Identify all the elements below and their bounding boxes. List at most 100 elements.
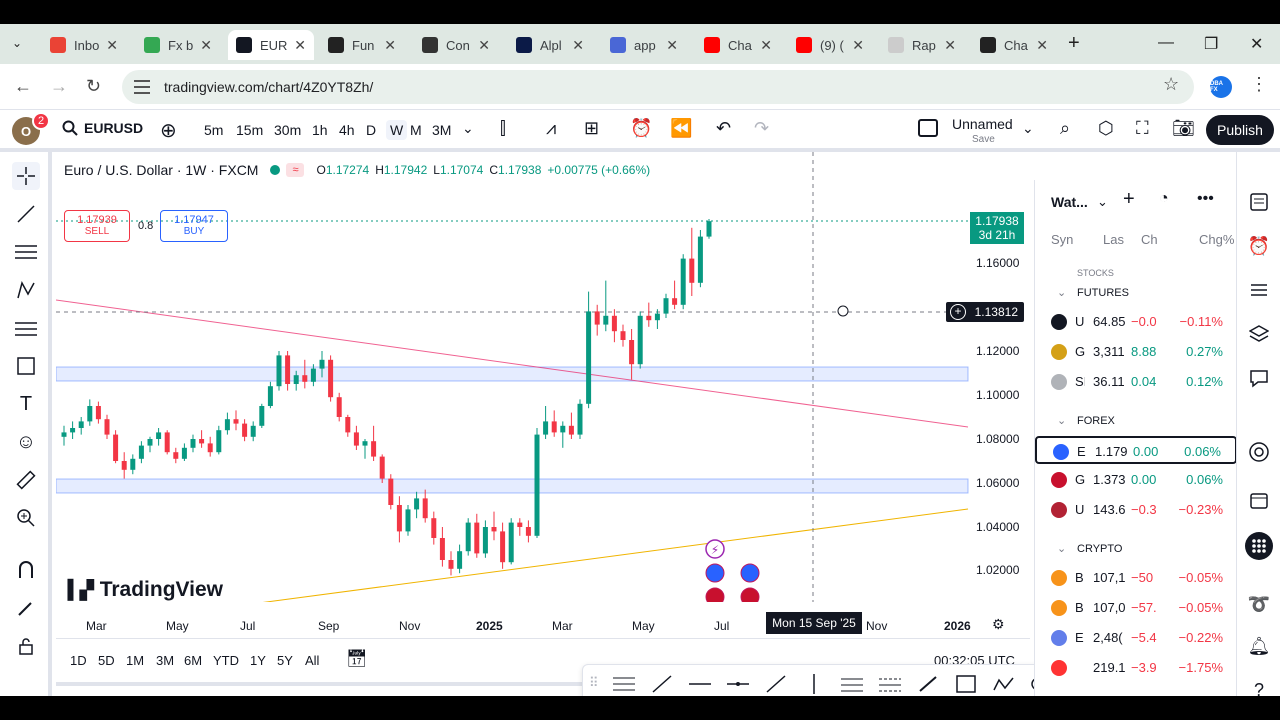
drag-handle-icon[interactable]: ⠿: [589, 675, 599, 691]
candle-body[interactable]: [242, 423, 248, 437]
candle-body[interactable]: [224, 419, 230, 431]
site-info-icon[interactable]: [134, 80, 150, 94]
ray-icon[interactable]: [765, 674, 787, 694]
text-tool[interactable]: T: [12, 390, 40, 418]
alert-icon[interactable]: ⏰: [630, 118, 652, 139]
last-price-label[interactable]: 1.17938 3d 21h: [970, 212, 1024, 244]
candle-body[interactable]: [663, 298, 669, 314]
candle-body[interactable]: [517, 522, 523, 527]
tab-close-icon[interactable]: ✕: [478, 37, 490, 54]
quick-search-icon[interactable]: ⌕: [1060, 118, 1070, 139]
measure-tool[interactable]: [12, 466, 40, 494]
range-all[interactable]: All: [305, 653, 319, 668]
crosshair-tool[interactable]: [12, 162, 40, 190]
tab-search-icon[interactable]: ⌄: [12, 36, 22, 50]
watchlist-column-header[interactable]: Chg%: [1199, 232, 1234, 247]
browser-tab[interactable]: EUR ✕: [228, 30, 314, 60]
trend-line-tool[interactable]: [12, 200, 40, 228]
date-range-calendar-icon[interactable]: 📅︎: [346, 649, 368, 669]
section-forex[interactable]: ⌄ FOREX: [1057, 414, 1115, 427]
interval-4h[interactable]: 4h: [339, 122, 355, 138]
candle-body[interactable]: [371, 441, 377, 457]
add-alert-plus-icon[interactable]: +: [950, 304, 966, 320]
help-button[interactable]: ?: [1245, 676, 1273, 697]
tab-close-icon[interactable]: ✕: [384, 37, 396, 54]
candle-body[interactable]: [276, 355, 282, 387]
browser-tab[interactable]: app ✕: [602, 30, 686, 60]
candle-body[interactable]: [405, 509, 411, 532]
range-5d[interactable]: 5D: [98, 653, 115, 668]
range-1d[interactable]: 1D: [70, 653, 87, 668]
tab-close-icon[interactable]: ✕: [944, 37, 956, 54]
minimize-button[interactable]: —: [1158, 34, 1174, 52]
candle-body[interactable]: [491, 527, 497, 532]
candle-body[interactable]: [95, 406, 101, 420]
candle-body[interactable]: [61, 432, 67, 437]
candle-body[interactable]: [138, 445, 144, 459]
browser-tab[interactable]: Rap ✕: [880, 30, 964, 60]
back-button[interactable]: ←: [14, 76, 32, 97]
interval-3m[interactable]: 3M: [432, 122, 451, 138]
resistance-zone[interactable]: [56, 366, 969, 382]
candle-body[interactable]: [560, 425, 566, 433]
candle-body[interactable]: [697, 236, 703, 283]
range-3m[interactable]: 3M: [156, 653, 174, 668]
watchlist-row[interactable]: B 107,0 −57. −0.05%: [1035, 594, 1236, 622]
candle-body[interactable]: [439, 538, 445, 560]
watchlist-more-icon[interactable]: •••: [1197, 190, 1214, 208]
alerts-button[interactable]: ⏰: [1245, 232, 1273, 260]
candle-body[interactable]: [190, 439, 196, 448]
watchlist-column-header[interactable]: Syn: [1051, 232, 1073, 247]
candle-body[interactable]: [130, 458, 136, 470]
candle-body[interactable]: [302, 375, 308, 382]
candle-body[interactable]: [310, 368, 316, 382]
tab-close-icon[interactable]: ✕: [760, 37, 772, 54]
watchlist-row[interactable]: U 64.85 −0.0 −0.11%: [1035, 308, 1236, 336]
candle-body[interactable]: [508, 522, 514, 563]
horizontal-line-icon[interactable]: [727, 674, 749, 694]
browser-tab[interactable]: Fx b ✕: [136, 30, 220, 60]
candle-body[interactable]: [431, 518, 437, 538]
pattern-tool[interactable]: [12, 276, 40, 304]
watchlist-row[interactable]: G 1.373 0.00 0.06%: [1035, 466, 1236, 494]
candle-body[interactable]: [396, 505, 402, 532]
watchlist-dropdown-icon[interactable]: ⌄: [1097, 194, 1108, 210]
tab-close-icon[interactable]: ✕: [1036, 37, 1048, 54]
bookmark-star-icon[interactable]: ☆: [1163, 74, 1179, 95]
interval-15m[interactable]: 15m: [236, 122, 263, 138]
screenshot-icon[interactable]: 📷︎: [1172, 118, 1195, 139]
chats-button[interactable]: [1245, 364, 1273, 392]
descending-trend-line[interactable]: [56, 299, 969, 428]
replay-icon[interactable]: ⏪: [670, 118, 692, 139]
candle-body[interactable]: [551, 421, 557, 433]
candle-body[interactable]: [181, 447, 187, 459]
brush-icon[interactable]: [917, 674, 939, 694]
add-symbol-icon[interactable]: +: [1123, 188, 1135, 211]
interval-d[interactable]: D: [366, 122, 376, 138]
time-axis[interactable]: Mar May Jul Sep Nov 2025 Mar May Jul Nov 2026 Mon …: [56, 612, 1030, 634]
candle-body[interactable]: [620, 331, 626, 340]
candle-body[interactable]: [689, 258, 695, 283]
templates-icon[interactable]: ⊞: [584, 118, 599, 139]
candle-body[interactable]: [629, 340, 635, 365]
streams-button[interactable]: ➰: [1245, 590, 1273, 618]
reload-button[interactable]: ↻: [86, 76, 101, 97]
candle-body[interactable]: [482, 527, 488, 554]
candle-body[interactable]: [78, 421, 84, 428]
candle-body[interactable]: [388, 478, 394, 505]
forecast-tool[interactable]: [12, 314, 40, 342]
chart-pane[interactable]: ⚡︎ Euro / U.S. Dollar · 1W · FXCM ≈ O1.1…: [56, 152, 1030, 602]
watchlist-row[interactable]: SI 36.11 0.04 0.12%: [1035, 368, 1236, 396]
browser-tab[interactable]: Fun ✕: [320, 30, 404, 60]
range-6m[interactable]: 6M: [184, 653, 202, 668]
settings-icon[interactable]: ⬡: [1098, 118, 1114, 139]
candle-body[interactable]: [568, 425, 574, 435]
candle-body[interactable]: [336, 397, 342, 417]
watchlist-button[interactable]: [1245, 188, 1273, 216]
new-tab-button[interactable]: +: [1068, 32, 1080, 55]
watchlist-title[interactable]: Wat...: [1051, 194, 1088, 210]
browser-tab[interactable]: Inbo ✕: [42, 30, 126, 60]
candle-body[interactable]: [328, 359, 334, 398]
apps-button[interactable]: [1245, 532, 1273, 560]
support-zone[interactable]: [56, 478, 969, 494]
